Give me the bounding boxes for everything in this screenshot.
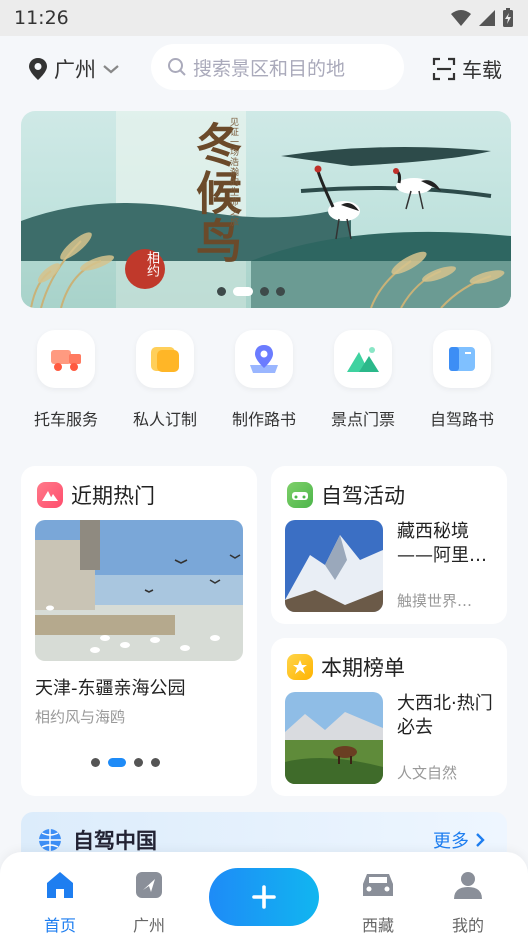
activity-card[interactable]: 自驾活动 藏西秘境——阿里… 触摸世界…: [271, 466, 507, 624]
banner-pagination: [217, 287, 285, 296]
quick-nav-label: 托车服务: [33, 410, 98, 429]
pagination-dot: [134, 758, 143, 767]
quick-nav-label: 私人订制: [132, 410, 197, 429]
banner-illustration: [21, 111, 511, 308]
banner-seal: 相约: [144, 251, 159, 277]
tab-label: 西藏: [361, 916, 394, 935]
ranking-card-header: 本期榜单: [287, 652, 405, 682]
ranking-item-image[interactable]: [285, 692, 383, 784]
tab-me[interactable]: 我的: [438, 870, 498, 936]
pagination-dot: [151, 758, 160, 767]
ranking-item-title: 大西北·热门必去: [397, 693, 493, 738]
globe-icon: [39, 829, 61, 851]
hot-card-pagination: [91, 758, 160, 767]
ranking-item-subtitle: 人文自然: [397, 764, 458, 782]
tab-guangzhou[interactable]: 广州: [119, 870, 179, 936]
quick-nav-label: 制作路书: [231, 410, 296, 429]
search-placeholder: 搜索景区和目的地: [193, 57, 346, 80]
ranking-card-title: 本期榜单: [321, 656, 405, 680]
mountain-icon: [334, 330, 392, 388]
status-bar: 11:26: [0, 0, 528, 36]
search-input[interactable]: 搜索景区和目的地: [151, 44, 404, 90]
pagination-dot: [260, 287, 269, 296]
book-icon: [433, 330, 491, 388]
tab-home[interactable]: 首页: [30, 870, 90, 936]
city-selector[interactable]: 广州: [28, 54, 120, 84]
status-time: 11:26: [14, 7, 69, 29]
car-icon: [363, 874, 393, 896]
bottom-nav: 首页 广州 西藏 我的: [0, 852, 528, 939]
carload-button[interactable]: 车载: [432, 54, 502, 83]
pagination-dot-active: [233, 287, 253, 296]
hot-card-title: 近期热门: [71, 484, 155, 508]
quick-nav-item-route[interactable]: 制作路书: [214, 330, 314, 430]
activity-item-title: 藏西秘境——阿里…: [397, 521, 487, 566]
activity-card-header: 自驾活动: [287, 480, 405, 510]
hot-item-subtitle: 相约风与海鸥: [35, 708, 126, 726]
location-pin-icon: [29, 58, 47, 80]
banner-subtitle: 见证一场浩瀚的生命之旅: [228, 117, 238, 227]
hot-card-header: 近期热门: [37, 480, 155, 510]
truck-icon: [37, 330, 95, 388]
grassland-photo: [285, 692, 383, 784]
quick-nav-label: 自驾路书: [429, 410, 494, 429]
activity-card-title: 自驾活动: [321, 484, 405, 508]
folder-icon: [136, 330, 194, 388]
activity-item-subtitle: 触摸世界…: [397, 592, 473, 610]
signal-icon: [479, 10, 495, 26]
user-icon: [454, 872, 482, 899]
tab-label: 首页: [43, 916, 76, 935]
quick-nav-item-roadbook[interactable]: 自驾路书: [412, 330, 512, 430]
more-link[interactable]: 更多: [433, 827, 485, 853]
star-badge-icon: [287, 654, 313, 680]
header: 广州 搜索景区和目的地 车载: [0, 36, 528, 100]
more-label: 更多: [433, 831, 469, 852]
seagulls-photo: [35, 520, 243, 661]
plus-icon: [252, 885, 276, 909]
add-button[interactable]: [209, 868, 319, 926]
home-icon: [47, 872, 73, 898]
pagination-dot-active: [108, 758, 126, 767]
activity-item-image[interactable]: [285, 520, 383, 612]
quick-nav-item-custom[interactable]: 私人订制: [115, 330, 215, 430]
map-pin-icon: [235, 330, 293, 388]
search-icon: [168, 58, 186, 76]
tab-label: 我的: [451, 916, 484, 935]
wifi-icon: [451, 10, 471, 26]
tab-label: 广州: [132, 916, 165, 935]
chevron-down-icon: [103, 65, 119, 74]
status-icons: [450, 8, 514, 28]
quick-nav-item-ticket[interactable]: 景点门票: [313, 330, 413, 430]
quick-nav-item-truck[interactable]: 托车服务: [16, 330, 116, 430]
car-front-icon: [287, 482, 313, 508]
pagination-dot: [276, 287, 285, 296]
chevron-right-icon: [476, 833, 485, 847]
pagination-dot: [91, 758, 100, 767]
battery-icon: [503, 8, 513, 27]
scan-icon: [432, 57, 456, 80]
hot-card[interactable]: 近期热门 天津-东疆亲海公园 相约风与海鸥: [21, 466, 257, 796]
city-name: 广州: [54, 58, 96, 82]
pagination-dot: [217, 287, 226, 296]
self-drive-china-title: 自驾中国: [73, 829, 157, 853]
self-drive-china-header: 自驾中国: [37, 825, 157, 855]
location-arrow-icon: [136, 872, 162, 898]
carload-label: 车载: [462, 58, 502, 82]
promo-banner[interactable]: 冬候鸟 见证一场浩瀚的生命之旅 相约: [21, 111, 511, 308]
snow-mountain-photo: [285, 520, 383, 612]
ranking-card[interactable]: 本期榜单 大西北·热门必去 人文自然: [271, 638, 507, 796]
mountain-flag-icon: [37, 482, 63, 508]
hot-item-image[interactable]: [35, 520, 243, 661]
quick-nav: 托车服务 私人订制 制作路书 景点门票 自驾路书: [0, 330, 528, 440]
tab-tibet[interactable]: 西藏: [348, 870, 408, 936]
hot-item-name: 天津-东疆亲海公园: [35, 678, 186, 699]
quick-nav-label: 景点门票: [330, 410, 395, 429]
